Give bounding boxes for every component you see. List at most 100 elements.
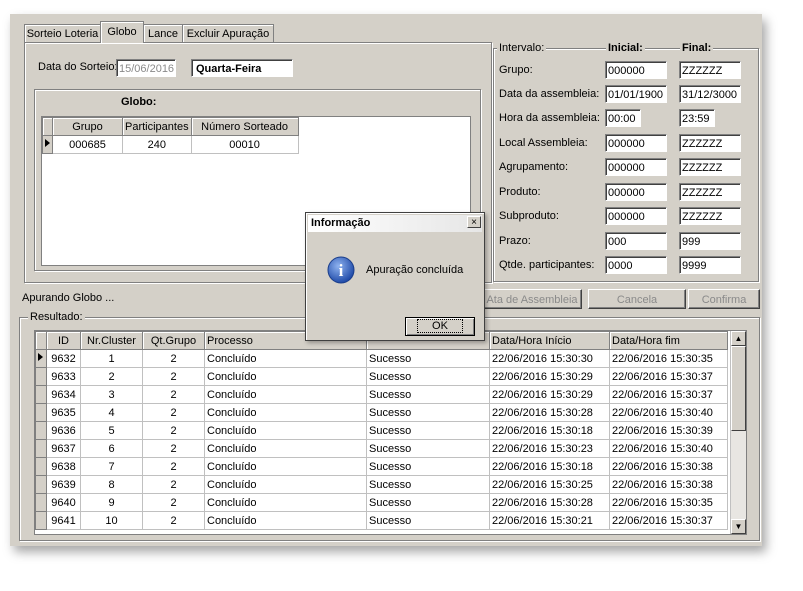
cell-data-fim[interactable]: 22/06/2016 15:30:37 [609,511,728,530]
interval-inicial-field[interactable]: 01/01/1900 [605,85,667,103]
table-row[interactable]: 9641 10 2 Concluído Sucesso 22/06/2016 15:30:… [35,511,728,530]
table-row[interactable]: 9637 6 2 Concluído Sucesso 22/06/2016 15:30:2… [35,439,728,458]
cell-nr-cluster[interactable]: 2 [80,367,143,386]
interval-final-field[interactable]: ZZZZZZ [679,134,741,152]
scroll-down-icon[interactable]: ▼ [731,519,746,534]
cell-id[interactable]: 9632 [46,349,81,368]
interval-final-field[interactable]: 999 [679,232,741,250]
interval-final-field[interactable]: ZZZZZZ [679,183,741,201]
table-row[interactable]: 9639 8 2 Concluído Sucesso 22/06/2016 15:30:2… [35,475,728,494]
cell-resultado[interactable]: Sucesso [366,457,490,476]
cell-resultado[interactable]: Sucesso [366,439,490,458]
cell-qt-grupo[interactable]: 2 [142,475,205,494]
globo-header-participantes[interactable]: Participantes [122,117,192,136]
tab-excluir-apuracao[interactable]: Excluir Apuração [182,24,274,43]
cell-data-inicio[interactable]: 22/06/2016 15:30:21 [489,511,610,530]
cell-nr-cluster[interactable]: 10 [80,511,143,530]
cell-resultado[interactable]: Sucesso [366,403,490,422]
cell-nr-cluster[interactable]: 9 [80,493,143,512]
cell-nr-cluster[interactable]: 4 [80,403,143,422]
cell-data-inicio[interactable]: 22/06/2016 15:30:28 [489,403,610,422]
cell-data-inicio[interactable]: 22/06/2016 15:30:25 [489,475,610,494]
cell-qt-grupo[interactable]: 2 [142,493,205,512]
interval-inicial-field[interactable]: 00:00 [605,109,641,127]
cell-resultado[interactable]: Sucesso [366,511,490,530]
draw-date-field[interactable]: 15/06/2016 [116,59,176,77]
cell-qt-grupo[interactable]: 2 [142,349,205,368]
cell-nr-cluster[interactable]: 3 [80,385,143,404]
cell-id[interactable]: 9641 [46,511,81,530]
scroll-up-icon[interactable]: ▲ [731,331,746,346]
cell-data-inicio[interactable]: 22/06/2016 15:30:30 [489,349,610,368]
cell-qt-grupo[interactable]: 2 [142,457,205,476]
interval-final-field[interactable]: 9999 [679,256,741,274]
cell-qt-grupo[interactable]: 2 [142,421,205,440]
cell-processo[interactable]: Concluído [204,421,367,440]
header-qt-grupo[interactable]: Qt.Grupo [142,331,205,350]
cell-qt-grupo[interactable]: 2 [142,439,205,458]
interval-final-field[interactable]: 23:59 [679,109,715,127]
cell-data-inicio[interactable]: 22/06/2016 15:30:29 [489,367,610,386]
interval-inicial-field[interactable]: 000000 [605,183,667,201]
header-nr-cluster[interactable]: Nr.Cluster [80,331,143,350]
cell-resultado[interactable]: Sucesso [366,493,490,512]
tab-globo[interactable]: Globo [100,21,144,43]
cell-processo[interactable]: Concluído [204,403,367,422]
cell-processo[interactable]: Concluído [204,493,367,512]
interval-final-field[interactable]: ZZZZZZ [679,61,741,79]
cell-data-inicio[interactable]: 22/06/2016 15:30:23 [489,439,610,458]
cell-nr-cluster[interactable]: 5 [80,421,143,440]
cell-resultado[interactable]: Sucesso [366,349,490,368]
interval-inicial-field[interactable]: 0000 [605,256,667,274]
tab-sorteio-loteria[interactable]: Sorteio Loteria [24,24,101,43]
table-row[interactable]: 000685 240 00010 [42,135,299,154]
interval-final-field[interactable]: 31/12/3000 [679,85,741,103]
cell-qt-grupo[interactable]: 2 [142,511,205,530]
ok-button[interactable]: OK [405,317,475,336]
cell-numero-sorteado[interactable]: 00010 [190,135,299,154]
cell-data-fim[interactable]: 22/06/2016 15:30:39 [609,421,728,440]
cell-id[interactable]: 9635 [46,403,81,422]
cell-data-fim[interactable]: 22/06/2016 15:30:40 [609,403,728,422]
table-row[interactable]: 9632 1 2 Concluído Sucesso 22/06/2016 15:30:3… [35,349,728,368]
ata-assembleia-button[interactable]: Ata de Assembleia [482,289,582,309]
cell-qt-grupo[interactable]: 2 [142,403,205,422]
cell-nr-cluster[interactable]: 6 [80,439,143,458]
close-icon[interactable]: × [467,216,481,228]
cell-processo[interactable]: Concluído [204,349,367,368]
cell-nr-cluster[interactable]: 7 [80,457,143,476]
cell-id[interactable]: 9633 [46,367,81,386]
cell-participantes[interactable]: 240 [122,135,192,154]
cell-data-fim[interactable]: 22/06/2016 15:30:35 [609,493,728,512]
cancela-button[interactable]: Cancela [588,289,686,309]
table-row[interactable]: 9636 5 2 Concluído Sucesso 22/06/2016 15:30:1… [35,421,728,440]
cell-resultado[interactable]: Sucesso [366,421,490,440]
interval-final-field[interactable]: ZZZZZZ [679,207,741,225]
cell-processo[interactable]: Concluído [204,511,367,530]
globo-header-grupo[interactable]: Grupo [52,117,123,136]
tab-lance[interactable]: Lance [143,24,183,43]
table-row[interactable]: 9634 3 2 Concluído Sucesso 22/06/2016 15:30:2… [35,385,728,404]
cell-grupo[interactable]: 000685 [52,135,123,154]
header-data-fim[interactable]: Data/Hora fim [609,331,728,350]
interval-inicial-field[interactable]: 000 [605,232,667,250]
cell-id[interactable]: 9640 [46,493,81,512]
interval-inicial-field[interactable]: 000000 [605,158,667,176]
cell-id[interactable]: 9634 [46,385,81,404]
cell-data-fim[interactable]: 22/06/2016 15:30:40 [609,439,728,458]
cell-id[interactable]: 9636 [46,421,81,440]
interval-inicial-field[interactable]: 000000 [605,134,667,152]
cell-data-inicio[interactable]: 22/06/2016 15:30:18 [489,457,610,476]
cell-data-fim[interactable]: 22/06/2016 15:30:38 [609,475,728,494]
cell-id[interactable]: 9638 [46,457,81,476]
cell-nr-cluster[interactable]: 1 [80,349,143,368]
header-id[interactable]: ID [46,331,81,350]
cell-processo[interactable]: Concluído [204,475,367,494]
table-row[interactable]: 9638 7 2 Concluído Sucesso 22/06/2016 15:30:1… [35,457,728,476]
cell-processo[interactable]: Concluído [204,457,367,476]
vertical-scrollbar[interactable]: ▲ ▼ [730,331,746,534]
cell-data-inicio[interactable]: 22/06/2016 15:30:18 [489,421,610,440]
cell-qt-grupo[interactable]: 2 [142,385,205,404]
cell-id[interactable]: 9639 [46,475,81,494]
cell-qt-grupo[interactable]: 2 [142,367,205,386]
